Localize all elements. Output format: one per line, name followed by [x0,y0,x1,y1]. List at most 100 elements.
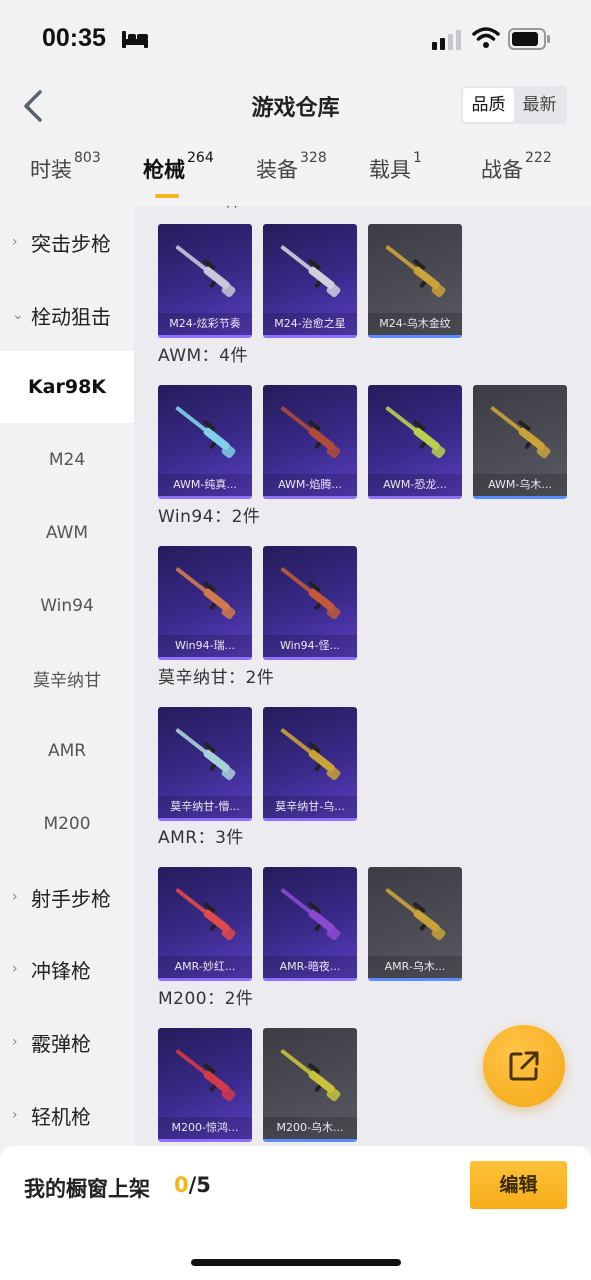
weapon-skin-name: 莫辛纳甘-懵... [158,796,252,818]
sidebar-item-win94[interactable]: Win94 [0,570,134,642]
cellular-signal-icon [432,30,461,50]
chevron-right-icon: › [12,1034,18,1050]
sort-by-quality-button[interactable]: 品质 [463,88,514,122]
tab-count: 803 [74,150,101,166]
weapon-skin-card[interactable]: AMR-妙红... [158,867,252,981]
sidebar-item-label: 射手步枪 [31,886,111,911]
status-bar: 00:35 [0,0,591,72]
weapon-skin-card[interactable]: M200-乌木... [263,1028,357,1142]
weapon-skin-name: M24-治愈之星 [263,313,357,335]
tab-firearms[interactable]: 枪械 264 [143,150,214,184]
tab-count: 222 [525,150,552,166]
tab-count: 1 [413,150,422,166]
rifle-icon [280,567,341,620]
weapon-skin-name: M200-乌木... [263,1117,357,1139]
weapon-skin-name: AWM-纯真... [158,474,252,496]
sidebar-item-label: 霰弹枪 [31,1031,91,1056]
showcase-total-count: /5 [188,1173,211,1197]
rifle-icon [175,406,236,459]
rifle-icon [280,406,341,459]
tab-vehicles[interactable]: 载具 1 [369,150,422,184]
sidebar-item-bolt-action-snipers[interactable]: ⌄ 栓动狙击 [0,279,134,351]
rifle-icon [175,728,236,781]
sidebar-item-label: AMR [47,741,87,761]
edit-button[interactable]: 编辑 [470,1161,567,1209]
chevron-right-icon: › [12,1107,18,1123]
weapon-skin-card[interactable]: AWM-恐龙... [368,385,462,499]
rifle-icon [175,245,236,298]
share-button[interactable] [483,1025,565,1107]
wifi-icon [472,27,500,48]
weapon-skin-card[interactable]: M24-炫彩节奏 [158,224,252,338]
rifle-icon [175,567,236,620]
sort-toggle: 品质 最新 [461,86,567,124]
weapon-skin-name: AMR-妙红... [158,956,252,978]
sidebar-item-m24[interactable]: M24 [0,424,134,496]
weapon-skin-card[interactable]: AWM-乌木... [473,385,567,499]
weapon-skin-card[interactable]: M24-乌木金纹 [368,224,462,338]
weapon-skin-name: AWM-焰腾... [263,474,357,496]
weapon-skin-name: AMR-暗夜... [263,956,357,978]
sidebar-item-label: Win94 [40,596,94,616]
tab-supplies[interactable]: 战备 222 [481,150,552,184]
rifle-icon [385,245,446,298]
sidebar-item-awm[interactable]: AWM [0,497,134,569]
rifle-icon [175,888,236,941]
weapon-skin-card[interactable]: AMR-暗夜... [263,867,357,981]
weapon-skin-name: AWM-恐龙... [368,474,462,496]
rifle-icon [385,888,446,941]
sidebar-item-label: M24 [48,450,86,470]
header: 游戏仓库 品质 最新 [0,72,591,142]
weapon-skin-card[interactable]: 莫辛纳甘-懵... [158,707,252,821]
weapon-skin-name: M24-炫彩节奏 [158,313,252,335]
sidebar-item-label: 莫辛纳甘 [33,670,101,691]
status-time: 00:35 [42,24,106,52]
showcase-label: 我的橱窗上架 [24,1177,150,1201]
group-label: 莫辛纳甘：2件 [158,668,275,688]
weapon-skin-card[interactable]: 莫辛纳甘-乌... [263,707,357,821]
rifle-icon [280,888,341,941]
weapon-skin-name: AWM-乌木... [473,474,567,496]
tab-outfits[interactable]: 时装 803 [30,150,101,184]
weapon-skin-card[interactable]: M200-惊鸿... [158,1028,252,1142]
tab-count: 328 [300,150,327,166]
sidebar-item-kar98k[interactable]: Kar98K [0,351,134,423]
tab-label: 时装 [30,158,72,182]
rifle-icon [280,245,341,298]
weapon-skin-card[interactable]: M24-治愈之星 [263,224,357,338]
category-tabs: 时装 803 枪械 264 装备 328 载具 1 战备 222 [0,142,591,206]
weapon-skin-name: 莫辛纳甘-乌... [263,796,357,818]
sidebar-item-marksman-rifles[interactable]: › 射手步枪 [0,861,134,933]
weapon-skin-card[interactable]: AWM-焰腾... [263,385,357,499]
sidebar-item-m200[interactable]: M200 [0,788,134,860]
weapon-skin-card[interactable]: AMR-乌木... [368,867,462,981]
tab-count: 264 [187,150,214,166]
sleep-mode-icon [122,31,148,48]
sidebar-item-shotguns[interactable]: › 霰弹枪 [0,1006,134,1078]
sidebar-item-assault-rifles[interactable]: › 突击步枪 [0,206,134,278]
tab-equipment[interactable]: 装备 328 [256,150,327,184]
bottom-bar: 我的橱窗上架 0/5 编辑 [0,1146,591,1280]
sidebar-item-label: 轻机枪 [31,1104,91,1129]
weapon-skin-name: Win94-瑞... [158,635,252,657]
weapon-skin-name: Win94-怪... [263,635,357,657]
sidebar-item-mosin-nagant[interactable]: 莫辛纳甘 [0,642,134,714]
home-indicator[interactable] [191,1259,401,1266]
sidebar-item-label: 栓动狙击 [31,304,111,329]
sidebar-item-label: 冲锋枪 [31,958,91,983]
share-icon [509,1051,539,1081]
weapon-category-sidebar: › 突击步枪 ⌄ 栓动狙击 Kar98K M24 AWM Win94 莫辛纳甘 AM… [0,206,134,1146]
sidebar-item-smgs[interactable]: › 冲锋枪 [0,933,134,1005]
sidebar-item-lmgs[interactable]: › 轻机枪 [0,1079,134,1151]
weapon-skin-card[interactable]: AWM-纯真... [158,385,252,499]
group-label: AWM：4件 [158,346,248,366]
sidebar-item-label: 突击步枪 [31,231,111,256]
weapon-skin-card[interactable]: Win94-怪... [263,546,357,660]
sidebar-item-label: AWM [45,523,89,543]
sidebar-item-label: Kar98K [27,376,107,398]
weapon-skin-card[interactable]: Win94-瑞... [158,546,252,660]
chevron-down-icon: ⌄ [12,307,24,323]
sort-by-newest-button[interactable]: 最新 [514,88,565,122]
sidebar-item-amr[interactable]: AMR [0,715,134,787]
chevron-right-icon: › [12,234,18,250]
